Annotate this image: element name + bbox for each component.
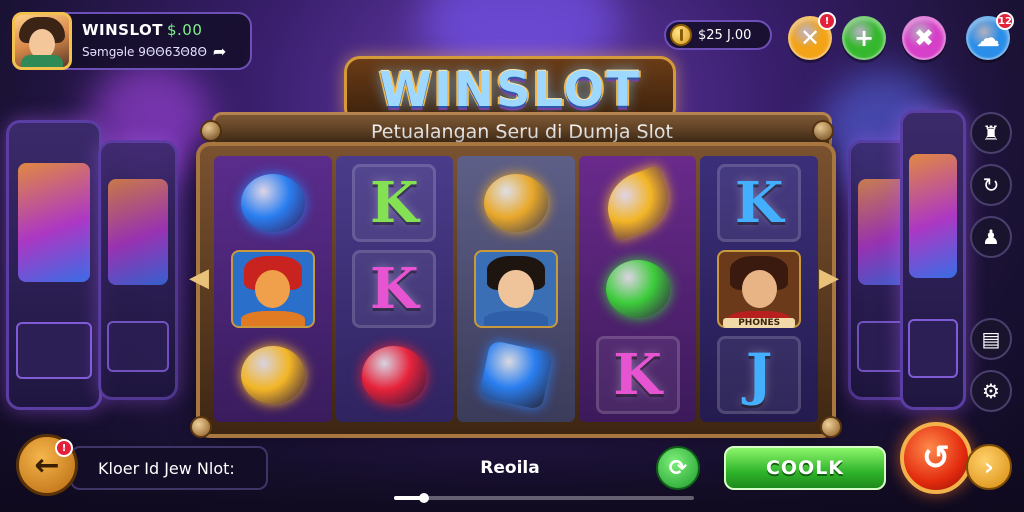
- tools-button[interactable]: ✖: [902, 16, 946, 60]
- reel-1: [214, 156, 332, 422]
- game-subtitle: Petualangan Seru di Dumja Slot: [371, 121, 673, 143]
- search-input[interactable]: Kloer Id Jew Nlot:: [70, 446, 268, 490]
- gold-bird-icon: [240, 346, 305, 404]
- arcade-machine-right-2: [900, 110, 966, 410]
- spin-button[interactable]: ↺: [900, 422, 972, 494]
- close-icon: ✕: [799, 24, 821, 52]
- fox-character-portrait: [232, 252, 313, 326]
- spin-icon: ↺: [921, 438, 951, 478]
- symbol-man-character: PHONES: [713, 246, 805, 332]
- symbol-tile: [717, 336, 802, 414]
- profile-name-line: WINSLOT $.00: [82, 21, 246, 39]
- reel-5: K PHONES J: [700, 156, 818, 422]
- bolt-decoration: [200, 120, 222, 142]
- symbol-k: K: [348, 160, 440, 246]
- close-bonus-button[interactable]: ✕ !: [788, 12, 836, 60]
- bolt-decoration: [190, 416, 212, 438]
- symbol-candy-bubble: [227, 160, 319, 246]
- slot-reels-frame: K K K K PHONES J: [196, 142, 836, 438]
- symbol-tile: [352, 164, 437, 242]
- search-input-text: Kloer Id Jew Nlot:: [98, 458, 235, 478]
- symbol-k: K: [592, 332, 684, 418]
- symbol-k: K: [348, 246, 440, 332]
- chevron-right-icon: ›: [984, 453, 994, 481]
- symbol-k: K: [713, 160, 805, 246]
- green-chameleon-icon: [605, 260, 670, 318]
- bolt-decoration: [812, 120, 834, 142]
- progress-knob[interactable]: [419, 493, 429, 503]
- arcade-machine-left-1: [6, 120, 102, 410]
- arcade-machine-left-2: [98, 140, 178, 400]
- symbol-gold-leaf: [592, 160, 684, 246]
- refresh-icon[interactable]: ↻: [970, 164, 1012, 206]
- symbol-tile: [717, 164, 802, 242]
- avatar[interactable]: [12, 12, 72, 70]
- plus-icon: +: [853, 24, 875, 52]
- player-name: WINSLOT: [82, 21, 163, 39]
- coin-amount: $25 J.00: [698, 27, 752, 43]
- document-icon[interactable]: ▤: [970, 318, 1012, 360]
- reels-container: K K K K PHONES J: [214, 156, 818, 422]
- profile-subline: Səmgəlе 9ΘΘ6ƷΘ8Θ ➦: [82, 42, 246, 61]
- arrow-right-icon[interactable]: ➦: [213, 42, 226, 61]
- symbol-j: J: [713, 332, 805, 418]
- blue-gem-icon: [478, 339, 554, 411]
- cook-button[interactable]: COOLK: [724, 446, 886, 490]
- man-character-portrait: [719, 252, 800, 326]
- trophy-icon[interactable]: ♜: [970, 112, 1012, 154]
- back-button[interactable]: ← !: [16, 434, 78, 496]
- add-button[interactable]: +: [842, 16, 886, 60]
- player-balance: $.00: [167, 21, 203, 39]
- next-button[interactable]: ›: [966, 444, 1012, 490]
- symbol-gold-ornament: [470, 160, 562, 246]
- coin-balance[interactable]: $25 J.00: [664, 20, 772, 50]
- reel-4: K: [578, 156, 697, 422]
- chat-icon: ☁: [976, 24, 1000, 52]
- symbol-green-chameleon: [592, 246, 684, 332]
- reel-3: [457, 156, 575, 422]
- refresh-button[interactable]: ⟳: [656, 446, 700, 490]
- reel-right-arrow-icon: ▶: [819, 263, 839, 293]
- symbol-blue-gem: [470, 332, 562, 418]
- reel-left-arrow-icon: ◀: [189, 263, 209, 293]
- user-icon[interactable]: ♟: [970, 216, 1012, 258]
- back-badge: !: [55, 439, 73, 457]
- symbol-caption: PHONES: [723, 318, 796, 328]
- gold-leaf-icon: [597, 164, 678, 242]
- symbol-tile: [352, 250, 437, 328]
- gold-ornament-icon: [483, 174, 548, 232]
- settings-icon[interactable]: ⚙: [970, 370, 1012, 412]
- chat-button[interactable]: ☁ 12: [966, 12, 1014, 60]
- reel-2: KK: [335, 156, 454, 422]
- notification-badge: !: [818, 12, 836, 30]
- symbol-fox-character: [227, 246, 319, 332]
- cook-button-label: COOLK: [765, 457, 845, 479]
- symbol-red-heart: [348, 332, 440, 418]
- chat-badge: 12: [996, 12, 1014, 30]
- symbol-tile: [595, 336, 680, 414]
- coin-icon: [670, 24, 692, 46]
- center-label: Reoila: [480, 458, 540, 478]
- refresh-icon: ⟳: [668, 455, 688, 481]
- game-title: WINSLOT: [379, 62, 641, 118]
- woman-character-portrait: [475, 252, 556, 326]
- bolt-decoration: [820, 416, 842, 438]
- player-profile[interactable]: WINSLOT $.00 Səmgəlе 9ΘΘ6ƷΘ8Θ ➦: [12, 12, 252, 70]
- tools-icon: ✖: [913, 24, 935, 52]
- symbol-woman-character: [470, 246, 562, 332]
- red-heart-icon: [362, 346, 427, 404]
- candy-bubble-icon: [240, 174, 305, 232]
- symbol-gold-bird: [227, 332, 319, 418]
- player-id: Səmgəlе 9ΘΘ6ƷΘ8Θ: [82, 44, 207, 59]
- progress-bar[interactable]: [394, 493, 694, 503]
